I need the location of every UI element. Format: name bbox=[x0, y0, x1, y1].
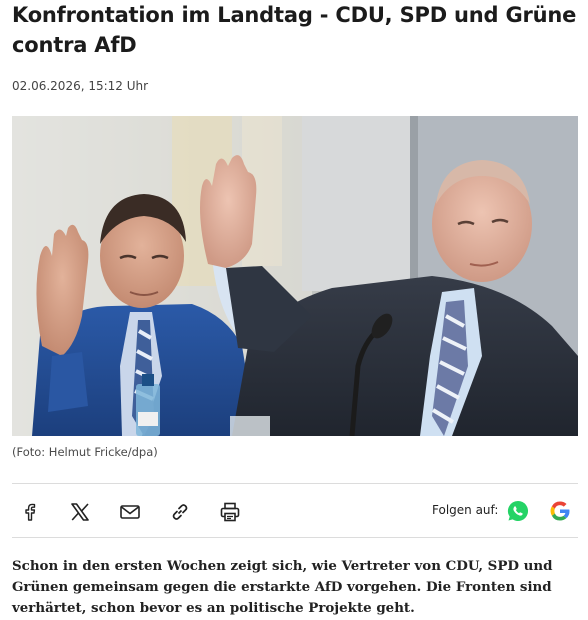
article-photo bbox=[12, 116, 578, 436]
lead-line-2: Grünen gemeinsam gegen die erstarkte AfD… bbox=[12, 579, 552, 595]
lead-line-1: Schon in den ersten Wochen zeigt sich, w… bbox=[12, 558, 553, 574]
headline-line-2: contra AfD bbox=[12, 33, 137, 57]
headline-line-1: Konfrontation im Landtag - CDU, SPD und … bbox=[12, 3, 577, 27]
facebook-icon[interactable] bbox=[16, 498, 44, 526]
mail-icon[interactable] bbox=[116, 498, 144, 526]
article-headline: Konfrontation im Landtag - CDU, SPD und … bbox=[12, 0, 578, 60]
follow-label: Folgen auf: bbox=[432, 503, 499, 517]
lead-line-3: verhärtet, schon bevor es an politische … bbox=[12, 600, 415, 616]
photo-illustration bbox=[12, 116, 578, 436]
print-icon[interactable] bbox=[216, 498, 244, 526]
google-icon[interactable] bbox=[547, 498, 573, 524]
x-icon[interactable] bbox=[66, 498, 94, 526]
whatsapp-icon[interactable] bbox=[505, 498, 531, 524]
share-bar: Folgen auf: bbox=[12, 483, 578, 538]
photo-caption: (Foto: Helmut Fricke/dpa) bbox=[12, 445, 158, 459]
publish-date: 02.06.2026, 15:12 Uhr bbox=[12, 79, 149, 93]
article-lead: Schon in den ersten Wochen zeigt sich, w… bbox=[12, 556, 578, 619]
link-icon[interactable] bbox=[166, 498, 194, 526]
